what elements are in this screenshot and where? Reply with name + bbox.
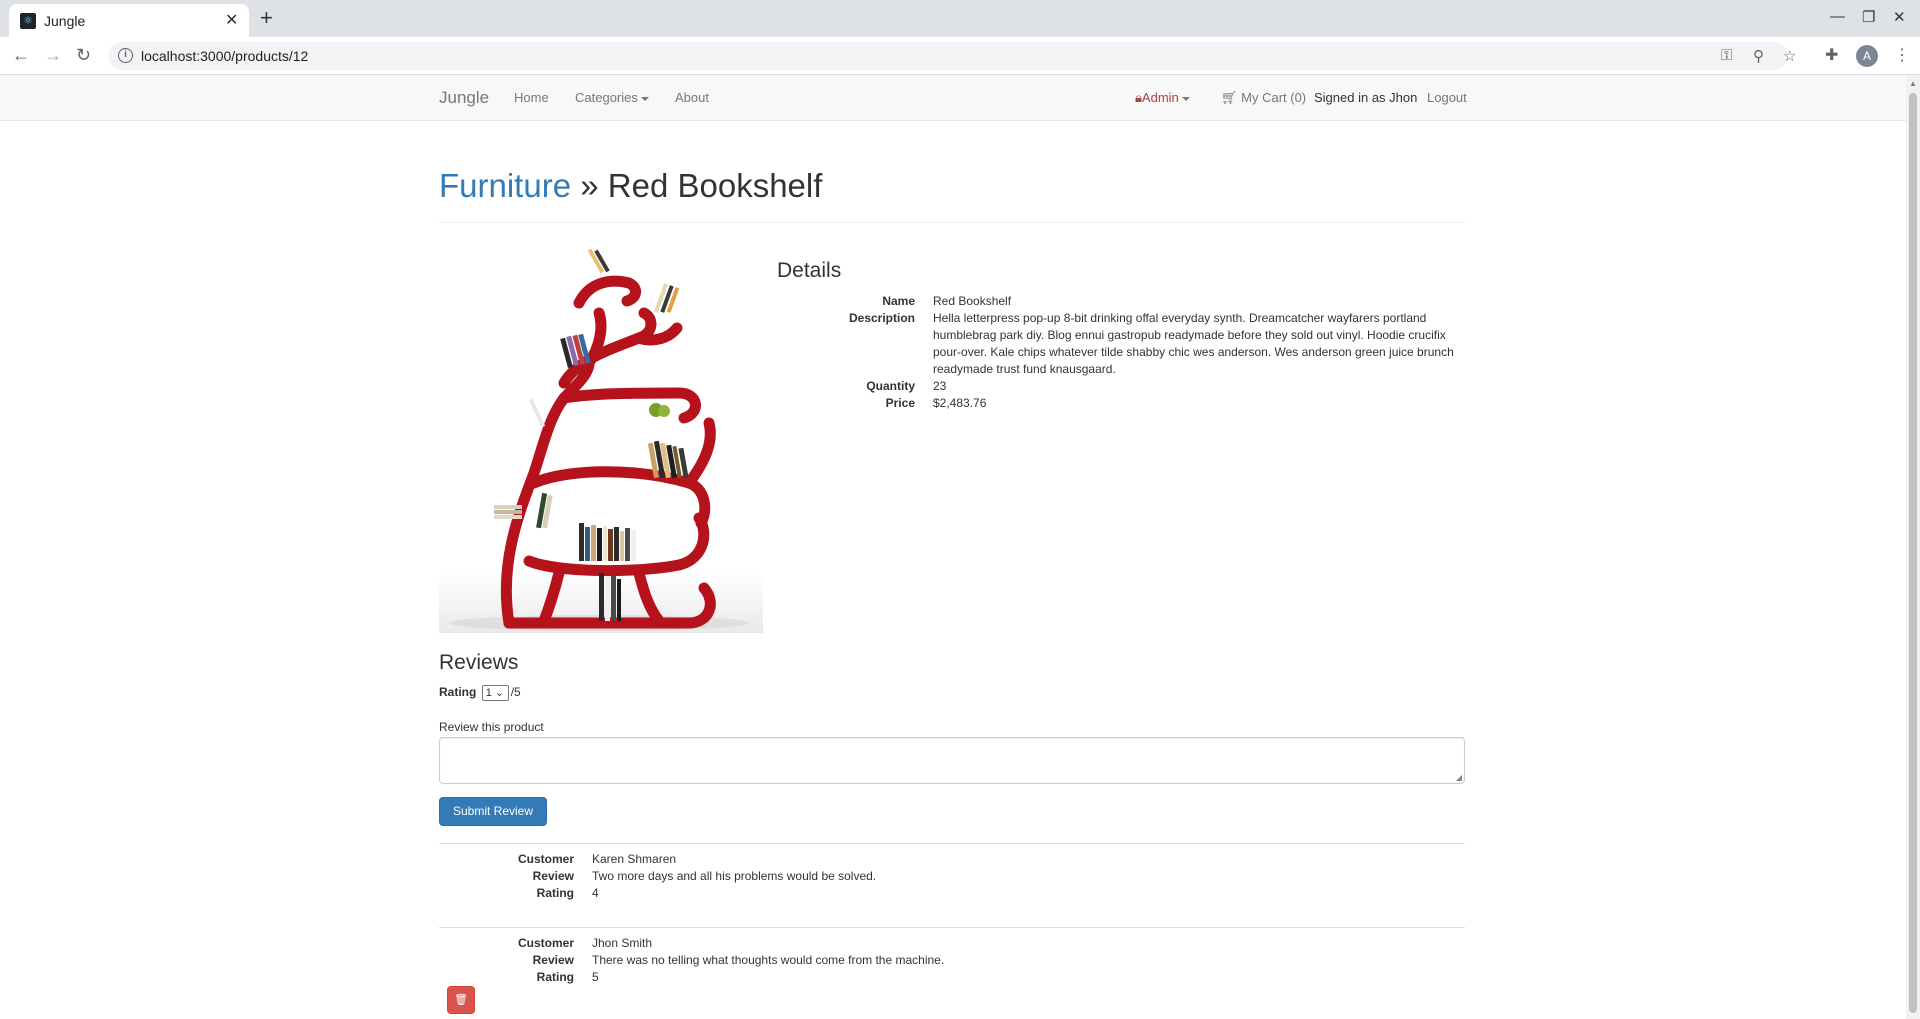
detail-label: Description bbox=[848, 311, 915, 325]
rating-label: Rating bbox=[439, 685, 477, 700]
nav-home[interactable]: Home bbox=[514, 90, 549, 105]
back-icon[interactable]: ← bbox=[12, 45, 30, 65]
nav-about[interactable]: About bbox=[675, 90, 709, 105]
review-customer: Karen Shmaren bbox=[592, 852, 677, 866]
review-label: Customer bbox=[517, 936, 574, 950]
detail-row-description: Description Hella letterpress pop-up 8-bi… bbox=[777, 310, 1465, 378]
review-rating: 5 bbox=[592, 970, 599, 984]
signed-in-text: Signed in as Jhon bbox=[1314, 90, 1418, 105]
bookmark-star-icon[interactable]: ☆ bbox=[1783, 47, 1796, 65]
reload-icon[interactable]: ↻ bbox=[76, 45, 91, 65]
review-textarea[interactable]: ◢ bbox=[439, 737, 1465, 784]
product-title: Red Bookshelf bbox=[607, 167, 823, 204]
review-row-text: Review Two more days and all his problems… bbox=[439, 868, 1465, 885]
page-scrollbar[interactable]: ▲ bbox=[1906, 75, 1920, 1019]
nav-cart-label: My Cart (0) bbox=[1241, 90, 1307, 105]
submit-review-button[interactable]: Submit Review bbox=[439, 797, 547, 826]
detail-value: $2,483.76 bbox=[933, 396, 987, 410]
review-text-value: Two more days and all his problems would… bbox=[592, 869, 877, 883]
key-icon[interactable]: ⚿ bbox=[1721, 47, 1732, 64]
extensions-icon[interactable]: ✚ bbox=[1825, 45, 1838, 65]
trash-icon: 🗑︎ bbox=[454, 994, 468, 1006]
detail-label: Name bbox=[882, 294, 915, 308]
scroll-thumb[interactable] bbox=[1909, 93, 1917, 1013]
page-title: Furniture » Red Bookshelf bbox=[439, 168, 1465, 204]
product-image bbox=[439, 248, 763, 633]
nav-categories-label: Categories bbox=[575, 90, 638, 105]
nav-cart[interactable]: 🛒︎ My Cart (0) bbox=[1221, 90, 1306, 106]
close-window-icon[interactable]: ✕ bbox=[1893, 8, 1906, 26]
review-item: Customer Karen Shmaren Review Two more day… bbox=[439, 843, 1465, 902]
review-rating: 4 bbox=[592, 886, 599, 900]
breadcrumb-separator: » bbox=[571, 167, 608, 204]
brand-link[interactable]: Jungle bbox=[439, 88, 489, 108]
review-label: Rating bbox=[536, 886, 574, 900]
reviews-heading: Reviews bbox=[439, 651, 519, 674]
review-row-customer: Customer Karen Shmaren bbox=[439, 851, 1465, 868]
caret-down-icon bbox=[640, 96, 649, 101]
detail-row-name: Name Red Bookshelf bbox=[777, 293, 1465, 310]
resize-handle-icon[interactable]: ◢ bbox=[1456, 773, 1462, 782]
page-header: Furniture » Red Bookshelf bbox=[439, 168, 1465, 223]
nav-admin[interactable]: 🔒︎Admin bbox=[1135, 90, 1190, 106]
browser-toolbar: ← → ↻ i localhost:3000/products/12 ⚿ ⚲ ☆… bbox=[0, 37, 1920, 75]
review-label: Rating bbox=[536, 970, 574, 984]
rating-row: Rating 1 ⌄/5 bbox=[439, 685, 521, 701]
detail-label: Price bbox=[885, 396, 915, 410]
details-heading: Details bbox=[777, 259, 842, 282]
address-bar[interactable]: i localhost:3000/products/12 ⚿ ⚲ ☆ bbox=[108, 42, 1796, 70]
browser-tabstrip: ⚛ Jungle ✕ + — ❐ ✕ bbox=[0, 0, 1920, 37]
minimize-icon[interactable]: — bbox=[1830, 8, 1845, 25]
rating-max: /5 bbox=[510, 685, 521, 700]
review-row-rating: Rating 4 bbox=[439, 885, 1465, 902]
info-icon[interactable]: i bbox=[118, 48, 133, 63]
review-field-label: Review this product bbox=[439, 720, 544, 734]
nav-categories[interactable]: Categories bbox=[575, 90, 649, 105]
rating-select[interactable]: 1 ⌄ bbox=[481, 685, 509, 701]
nav-logout[interactable]: Logout bbox=[1427, 90, 1467, 105]
lock-icon: 🔒︎ bbox=[1135, 90, 1142, 105]
delete-review-button[interactable]: 🗑︎ bbox=[447, 986, 475, 1014]
review-item: Customer Jhon Smith Review There was no te… bbox=[439, 927, 1465, 986]
category-link[interactable]: Furniture bbox=[439, 167, 571, 204]
browser-tab[interactable]: ⚛ Jungle ✕ bbox=[9, 4, 249, 37]
review-row-text: Review There was no telling what thoughts… bbox=[439, 952, 1465, 969]
menu-kebab-icon[interactable]: ⋮ bbox=[1894, 45, 1910, 65]
site-navbar: Jungle Home Categories About 🔒︎Admin 🛒︎ … bbox=[0, 75, 1906, 121]
review-text-value: There was no telling what thoughts would… bbox=[592, 953, 945, 967]
close-tab-icon[interactable]: ✕ bbox=[225, 10, 238, 30]
tab-title: Jungle bbox=[44, 13, 86, 29]
nav-admin-label: Admin bbox=[1141, 90, 1179, 105]
review-row-rating: Rating 5 bbox=[439, 969, 1465, 986]
url-text: localhost:3000/products/12 bbox=[141, 48, 309, 64]
zoom-icon[interactable]: ⚲ bbox=[1753, 47, 1764, 65]
review-label: Review bbox=[532, 953, 574, 967]
rating-select-value: 1 bbox=[485, 687, 492, 699]
product-details: Details Name Red Bookshelf Description Hel… bbox=[777, 259, 1465, 412]
detail-value: 23 bbox=[933, 379, 947, 393]
review-label: Customer bbox=[517, 852, 574, 866]
review-label: Review bbox=[532, 869, 574, 883]
cart-icon: 🛒︎ bbox=[1221, 90, 1238, 105]
detail-label: Quantity bbox=[866, 379, 915, 393]
chevron-down-icon: ⌄ bbox=[494, 687, 505, 699]
caret-down-icon bbox=[1181, 96, 1190, 101]
profile-avatar[interactable]: A bbox=[1856, 45, 1878, 67]
detail-value: Red Bookshelf bbox=[933, 294, 1012, 308]
scroll-up-icon[interactable]: ▲ bbox=[1909, 79, 1917, 88]
detail-row-quantity: Quantity 23 bbox=[777, 378, 1465, 395]
new-tab-icon[interactable]: + bbox=[260, 6, 273, 30]
review-customer: Jhon Smith bbox=[592, 936, 653, 950]
detail-value: Hella letterpress pop-up 8-bit drinking … bbox=[933, 311, 1454, 376]
restore-icon[interactable]: ❐ bbox=[1862, 8, 1875, 26]
forward-icon[interactable]: → bbox=[44, 45, 62, 65]
react-favicon-icon: ⚛ bbox=[20, 13, 36, 29]
review-row-customer: Customer Jhon Smith bbox=[439, 935, 1465, 952]
detail-row-price: Price $2,483.76 bbox=[777, 395, 1465, 412]
